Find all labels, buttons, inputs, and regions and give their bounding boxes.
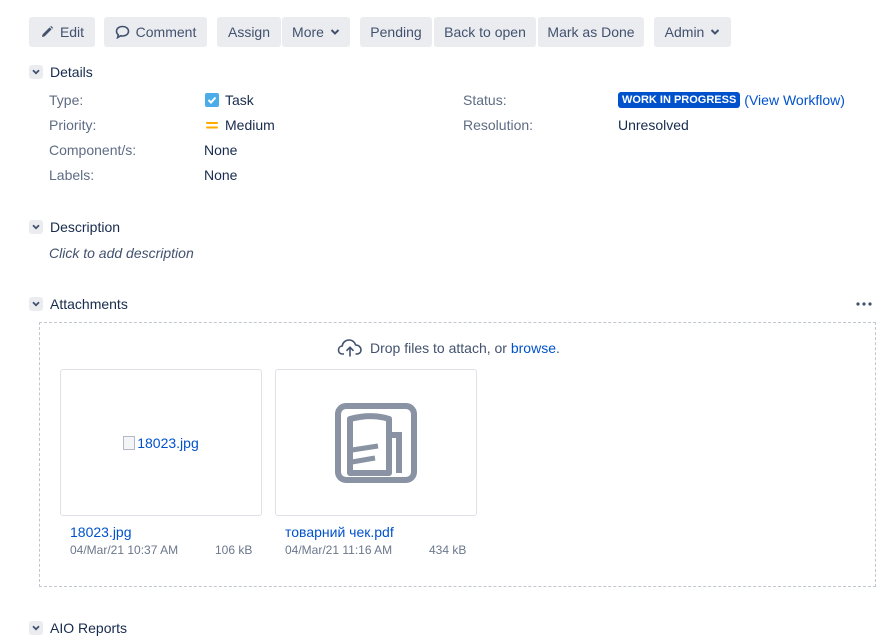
pending-label: Pending — [370, 24, 422, 40]
comment-label: Comment — [135, 24, 197, 40]
more-button[interactable]: More — [282, 17, 350, 47]
type-value: Task — [205, 90, 254, 110]
labels-label: Labels: — [49, 167, 95, 183]
attachments-collapse-toggle[interactable] — [29, 297, 43, 311]
broken-image-icon — [123, 435, 136, 450]
chevron-down-icon — [32, 301, 40, 307]
aio-reports-collapse-toggle[interactable] — [29, 621, 43, 635]
attachment-card-image[interactable]: 18023.jpg — [60, 369, 262, 516]
view-workflow-link[interactable]: (View Workflow) — [744, 90, 845, 110]
drop-text-wrap: Drop files to attach, or browse. — [370, 340, 560, 356]
edit-button[interactable]: Edit — [29, 17, 95, 47]
description-title: Description — [50, 219, 121, 235]
aio-reports-title: AIO Reports — [50, 620, 128, 636]
resolution-label: Resolution: — [463, 117, 534, 133]
labels-value: None — [204, 167, 238, 183]
attachments-options-button[interactable] — [855, 296, 873, 312]
attachment-card-pdf[interactable] — [275, 369, 477, 516]
chevron-down-icon — [32, 224, 40, 230]
priority-label: Priority: — [49, 117, 97, 133]
description-section-header: Description — [29, 217, 120, 237]
more-label: More — [292, 24, 324, 40]
attachment-date-1: 04/Mar/21 10:37 AM — [70, 543, 179, 557]
chevron-down-icon — [711, 29, 720, 35]
attachment-size-1: 106 kB — [215, 543, 253, 557]
resolution-value: Unresolved — [618, 117, 689, 133]
ellipsis-icon — [856, 302, 872, 306]
browse-link[interactable]: browse — [511, 340, 556, 356]
details-collapse-toggle[interactable] — [29, 65, 43, 79]
attachments-section-header: Attachments — [29, 294, 128, 314]
pending-button[interactable]: Pending — [360, 17, 432, 47]
upload-cloud-icon — [337, 339, 362, 357]
type-value-text: Task — [225, 92, 254, 108]
chevron-down-icon — [32, 69, 40, 75]
admin-label: Admin — [664, 24, 705, 40]
description-collapse-toggle[interactable] — [29, 220, 43, 234]
details-title: Details — [50, 64, 93, 80]
edit-label: Edit — [59, 24, 85, 40]
drop-period: . — [555, 340, 560, 356]
back-to-open-label: Back to open — [444, 24, 526, 40]
priority-value: Medium — [205, 115, 275, 135]
broken-image-preview: 18023.jpg — [123, 435, 199, 451]
comment-icon — [115, 25, 129, 39]
admin-button[interactable]: Admin — [654, 17, 731, 47]
aio-reports-section-header: AIO Reports — [29, 618, 127, 638]
pdf-file-icon — [335, 402, 417, 483]
mark-as-done-label: Mark as Done — [547, 24, 635, 40]
status-value: WORK IN PROGRESS (View Workflow) — [618, 90, 845, 110]
attachment-date-2: 04/Mar/21 11:16 AM — [285, 543, 393, 557]
component-value: None — [204, 142, 238, 158]
attachment-size-2: 434 kB — [429, 543, 467, 557]
assign-label: Assign — [227, 24, 271, 40]
attachment-filename-1[interactable]: 18023.jpg — [70, 522, 132, 542]
drop-files-message: Drop files to attach, or browse. — [337, 337, 560, 359]
assign-button[interactable]: Assign — [217, 17, 281, 47]
status-lozenge[interactable]: WORK IN PROGRESS — [618, 92, 741, 108]
priority-value-text: Medium — [225, 117, 275, 133]
status-label: Status: — [463, 92, 507, 108]
task-type-icon — [205, 93, 219, 107]
type-label: Type: — [49, 92, 84, 108]
comment-button[interactable]: Comment — [104, 17, 207, 47]
chevron-down-icon — [330, 29, 340, 35]
priority-medium-icon — [206, 122, 218, 129]
details-section-header: Details — [29, 62, 93, 82]
pencil-icon — [41, 25, 54, 37]
component-label: Component/s: — [49, 142, 137, 158]
attachments-title: Attachments — [50, 296, 128, 312]
description-placeholder[interactable]: Click to add description — [49, 243, 194, 263]
image-alt-text: 18023.jpg — [137, 434, 199, 451]
attachment-filename-2[interactable]: товарний чек.pdf — [285, 522, 394, 542]
drop-files-text: Drop files to attach, or — [370, 340, 511, 356]
back-to-open-button[interactable]: Back to open — [434, 17, 536, 47]
mark-as-done-button[interactable]: Mark as Done — [538, 17, 644, 47]
